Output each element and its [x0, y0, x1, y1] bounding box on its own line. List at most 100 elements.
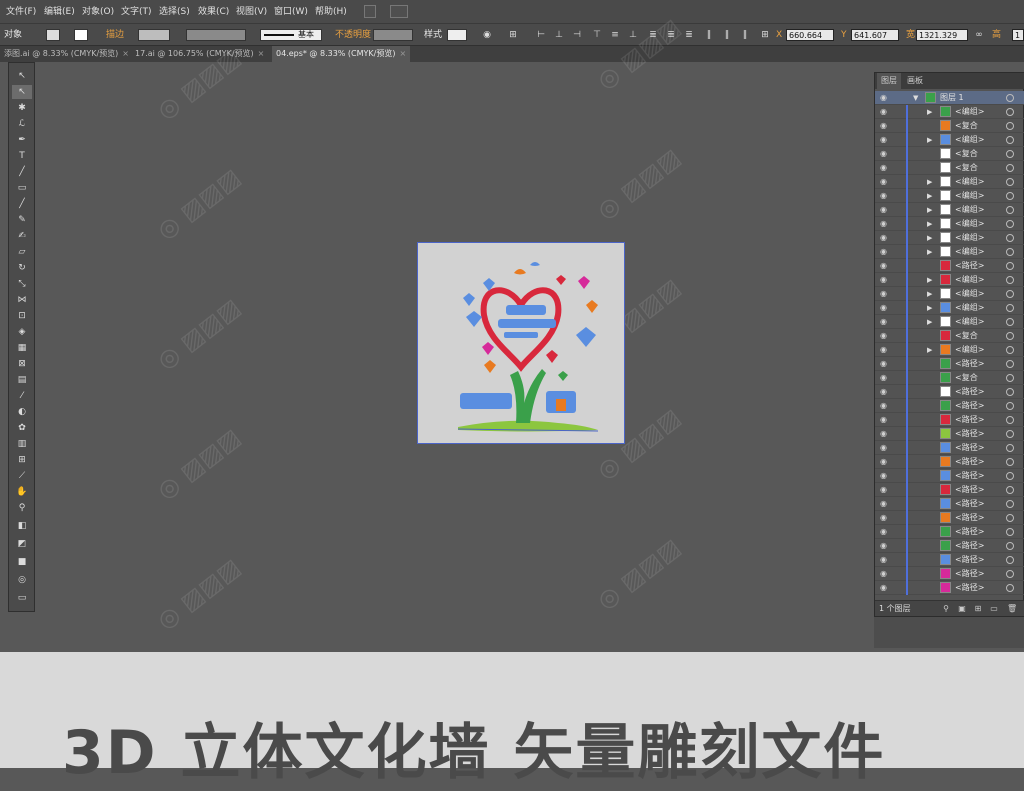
pencil-tool-icon[interactable]: ✎ [12, 213, 32, 227]
target-icon[interactable] [1006, 486, 1014, 494]
sublayer-row[interactable]: ◉ <路径> [875, 427, 1024, 441]
target-icon[interactable] [1006, 402, 1014, 410]
object-name[interactable]: <路径> [955, 483, 984, 497]
eyedropper-tool-icon[interactable]: ⁄ [12, 389, 32, 403]
direct-selection-tool-icon[interactable]: ↖ [12, 85, 32, 99]
sublayer-row[interactable]: ◉ ▶ <编组> [875, 245, 1024, 259]
opacity-label[interactable]: 不透明度 [335, 24, 371, 46]
menu-view[interactable]: 视图(V) [236, 0, 267, 24]
target-icon[interactable] [1006, 332, 1014, 340]
sublayer-row[interactable]: ◉ <路径> [875, 469, 1024, 483]
column-graph-tool-icon[interactable]: ▥ [12, 437, 32, 451]
target-icon[interactable] [1006, 528, 1014, 536]
menu-type[interactable]: 文字(T) [121, 0, 152, 24]
sublayer-row[interactable]: ◉ ▶ <编组> [875, 133, 1024, 147]
opacity-field[interactable] [373, 29, 413, 41]
visibility-eye-icon[interactable]: ◉ [880, 149, 890, 159]
layer-row-top[interactable]: ◉ ▼ 图层 1 [875, 91, 1024, 105]
object-name[interactable]: <路径> [955, 455, 984, 469]
blend-tool-icon[interactable]: ◐ [12, 405, 32, 419]
perspective-grid-tool-icon[interactable]: ▦ [12, 341, 32, 355]
y-field[interactable]: 641.607 [851, 29, 899, 41]
sublayer-row[interactable]: ◉ <路径> [875, 357, 1024, 371]
target-icon[interactable] [1006, 94, 1014, 102]
visibility-eye-icon[interactable]: ◉ [880, 163, 890, 173]
visibility-eye-icon[interactable]: ◉ [880, 401, 890, 411]
visibility-eye-icon[interactable]: ◉ [880, 387, 890, 397]
stroke-swatch[interactable] [74, 29, 88, 41]
visibility-eye-icon[interactable]: ◉ [880, 359, 890, 369]
graphic-style-swatch[interactable] [447, 29, 467, 41]
object-name[interactable]: <编组> [955, 301, 984, 315]
menu-window[interactable]: 窗口(W) [274, 0, 308, 24]
make-clipping-mask-icon[interactable]: ▣ [957, 604, 967, 614]
scale-tool-icon[interactable]: ⤡ [12, 277, 32, 291]
sublayer-row[interactable]: ◉ ▶ <编组> [875, 105, 1024, 119]
visibility-eye-icon[interactable]: ◉ [880, 247, 890, 257]
fill-stroke-swatch-icon[interactable]: ◩ [12, 537, 32, 551]
object-name[interactable]: <路径> [955, 413, 984, 427]
target-icon[interactable] [1006, 444, 1014, 452]
object-name[interactable]: <编组> [955, 231, 984, 245]
locate-object-icon[interactable]: ⚲ [941, 604, 951, 614]
expand-triangle-icon[interactable]: ▶ [927, 191, 935, 201]
visibility-eye-icon[interactable]: ◉ [880, 205, 890, 215]
object-name[interactable]: <路径> [955, 553, 984, 567]
visibility-eye-icon[interactable]: ◉ [880, 499, 890, 509]
target-icon[interactable] [1006, 374, 1014, 382]
bridge-icon[interactable] [364, 5, 376, 18]
type-tool-icon[interactable]: T [12, 149, 32, 163]
target-icon[interactable] [1006, 346, 1014, 354]
object-name[interactable]: <编组> [955, 133, 984, 147]
object-name[interactable]: <编组> [955, 203, 984, 217]
menu-edit[interactable]: 编辑(E) [44, 0, 75, 24]
stroke-label[interactable]: 描边 [106, 24, 124, 46]
tab-artboards[interactable]: 画板 [903, 73, 927, 89]
target-icon[interactable] [1006, 388, 1014, 396]
object-name[interactable]: <编组> [955, 175, 984, 189]
target-icon[interactable] [1006, 192, 1014, 200]
object-name[interactable]: <路径> [955, 525, 984, 539]
visibility-eye-icon[interactable]: ◉ [880, 107, 890, 117]
visibility-eye-icon[interactable]: ◉ [880, 457, 890, 467]
symbol-sprayer-tool-icon[interactable]: ✿ [12, 421, 32, 435]
height-field[interactable]: 1 [1012, 29, 1024, 41]
align-center-icon[interactable]: ⊥ [554, 30, 564, 40]
distribute-left-icon[interactable]: ‖ [704, 30, 714, 40]
sublayer-row[interactable]: ◉ ▶ <编组> [875, 217, 1024, 231]
sublayer-row[interactable]: ◉ <复合 [875, 371, 1024, 385]
visibility-eye-icon[interactable]: ◉ [880, 415, 890, 425]
close-icon[interactable]: × [258, 49, 265, 58]
artboard-tool-icon[interactable]: ⊞ [12, 453, 32, 467]
visibility-eye-icon[interactable]: ◉ [880, 331, 890, 341]
object-name[interactable]: <路径> [955, 469, 984, 483]
heart-tree-artwork[interactable] [418, 243, 624, 443]
object-name[interactable]: <路径> [955, 567, 984, 581]
object-name[interactable]: <复合 [955, 371, 978, 385]
sublayer-row[interactable]: ◉ <路径> [875, 497, 1024, 511]
object-name[interactable]: <编组> [955, 343, 984, 357]
tab-document-1[interactable]: 添图.ai @ 8.33% (CMYK/预览) × [0, 46, 133, 62]
align-top-icon[interactable]: ⊤ [592, 30, 602, 40]
object-name[interactable]: <路径> [955, 427, 984, 441]
layer-name[interactable]: 图层 1 [940, 91, 964, 105]
magic-wand-tool-icon[interactable]: ✱ [12, 101, 32, 115]
target-icon[interactable] [1006, 234, 1014, 242]
object-name[interactable]: <路径> [955, 399, 984, 413]
visibility-eye-icon[interactable]: ◉ [880, 373, 890, 383]
object-name[interactable]: <编组> [955, 273, 984, 287]
tab-layers[interactable]: 图层 [877, 73, 901, 89]
sublayer-row[interactable]: ◉ <路径> [875, 581, 1024, 595]
stroke-weight-field[interactable] [138, 29, 170, 41]
align-right-icon[interactable]: ⊣ [572, 30, 582, 40]
expand-triangle-icon[interactable]: ▶ [927, 233, 935, 243]
distribute-right-icon[interactable]: ‖ [740, 30, 750, 40]
object-name[interactable]: <复合 [955, 147, 978, 161]
visibility-eye-icon[interactable]: ◉ [880, 135, 890, 145]
target-icon[interactable] [1006, 136, 1014, 144]
object-name[interactable]: <编组> [955, 315, 984, 329]
visibility-eye-icon[interactable]: ◉ [880, 303, 890, 313]
sublayer-row[interactable]: ◉ <复合 [875, 119, 1024, 133]
target-icon[interactable] [1006, 570, 1014, 578]
sublayer-row[interactable]: ◉ <路径> [875, 567, 1024, 581]
